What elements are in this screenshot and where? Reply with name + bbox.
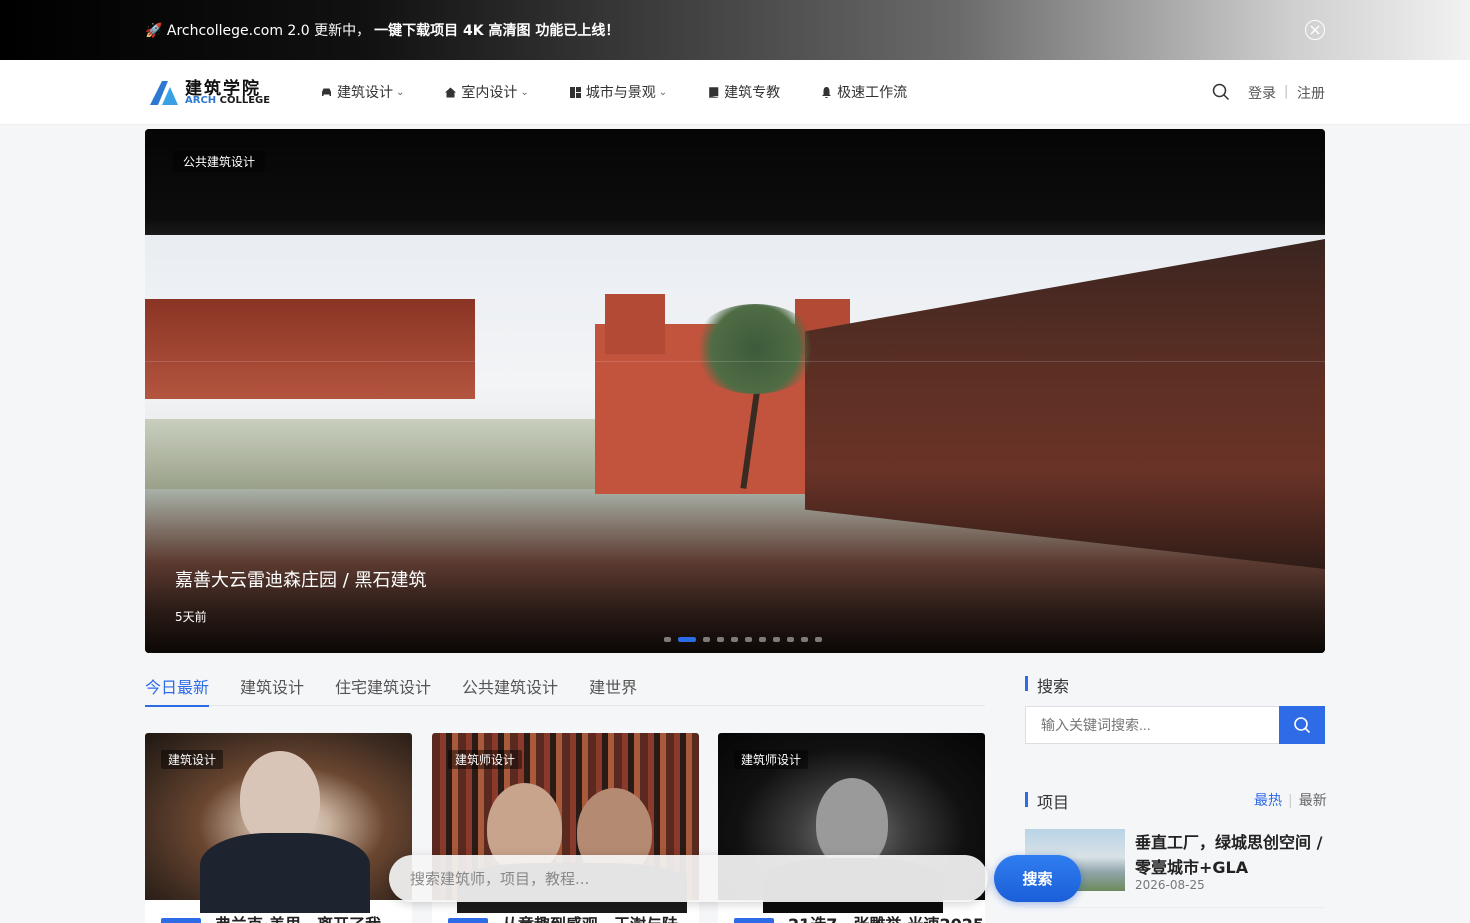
slider-dot[interactable] <box>717 637 724 642</box>
nav-item-fast-workflow[interactable]: 极速工作流 <box>820 82 907 102</box>
article-title[interactable]: 从童趣到感观，王澍与陆 <box>448 911 678 923</box>
tab-architecture[interactable]: 建筑设计 <box>240 668 304 706</box>
nav-item-architecture-teaching[interactable]: 建筑专教 <box>707 82 780 102</box>
nav-label: 建筑设计 <box>337 85 393 101</box>
chevron-down-icon: ⌄ <box>520 86 529 98</box>
chevron-down-icon: ⌄ <box>658 86 668 98</box>
slider-dot[interactable] <box>703 637 710 642</box>
slider-dot[interactable] <box>678 637 696 642</box>
slider-dot[interactable] <box>759 637 766 642</box>
divider <box>1025 907 1325 908</box>
article-title[interactable]: 弗兰克·盖里，离开了我 <box>161 911 381 923</box>
project-title[interactable]: 垂直工厂，绿城思创空间 / 零壹城市+GLA <box>1135 830 1325 880</box>
sidebar-project-heading: 项目 <box>1025 789 1069 813</box>
login-link[interactable]: 登录 <box>1248 83 1276 103</box>
article-badge <box>448 917 488 923</box>
site-logo[interactable]: 建筑学院 ARCH COLLEGE <box>148 74 270 110</box>
hero-slider[interactable]: 公共建筑设计 嘉善大云雷迪森庄园 / 黑石建筑 5天前 <box>145 129 1325 653</box>
hero-time: 5天前 <box>175 610 207 624</box>
nav-item-interior[interactable]: 室内设计 ⌄ <box>444 82 529 102</box>
slider-dot[interactable] <box>731 637 738 642</box>
search-icon[interactable] <box>1212 83 1230 105</box>
article-category-tag[interactable]: 建筑设计 <box>161 750 224 769</box>
book-icon <box>707 86 720 99</box>
logo-text-en: ARCH COLLEGE <box>185 95 271 106</box>
announcement-text: 🚀 Archcollege.com 2.0 更新中， 一键下载项目 4K 高清图 … <box>145 20 619 40</box>
project-sort-tabs: 最热 | 最新 <box>1254 793 1327 809</box>
announcement-highlight[interactable]: 一键下载项目 4K 高清图 功能已上线！ <box>374 23 619 39</box>
sidebar-search-input[interactable] <box>1025 706 1280 744</box>
header-separator: | <box>1284 84 1289 99</box>
article-category-tag[interactable]: 建筑师设计 <box>448 750 523 769</box>
slider-dot[interactable] <box>745 637 752 642</box>
article-badge <box>734 917 774 923</box>
bell-icon <box>820 86 833 99</box>
tab-public-building[interactable]: 公共建筑设计 <box>462 668 558 706</box>
article-category-tag[interactable]: 建筑师设计 <box>734 750 809 769</box>
nav-item-urban-landscape[interactable]: 城市与景观 ⌄ <box>569 82 667 102</box>
slider-dot[interactable] <box>664 637 671 642</box>
article-badge <box>161 917 201 923</box>
project-date: 2026-08-25 <box>1135 878 1205 892</box>
nav-label: 城市与景观 <box>585 85 656 101</box>
floating-search-button[interactable]: 搜索 <box>994 855 1081 902</box>
content-tabs: 今日最新 建筑设计 住宅建筑设计 公共建筑设计 建世界 <box>145 668 985 707</box>
hero-title[interactable]: 嘉善大云雷迪森庄园 / 黑石建筑 <box>175 566 427 592</box>
grid-icon <box>569 86 582 99</box>
main-nav: 建筑设计 ⌄ 室内设计 ⌄ 城市与景观 ⌄ 建筑专教 极速工作流 <box>320 60 947 124</box>
slider-pagination <box>664 637 829 642</box>
home-icon <box>444 86 457 99</box>
slider-dot[interactable] <box>801 637 808 642</box>
slider-dot[interactable] <box>773 637 780 642</box>
chevron-down-icon: ⌄ <box>396 86 405 98</box>
tab-hottest[interactable]: 最热 <box>1254 793 1282 809</box>
sidebar-search-heading: 搜索 <box>1025 673 1069 697</box>
site-header: 建筑学院 ARCH COLLEGE 建筑设计 ⌄ 室内设计 ⌄ 城市与景观 ⌄ … <box>0 60 1470 125</box>
article-title[interactable]: 21选7，张雕举·光速2025 <box>734 911 984 923</box>
announcement-prefix: 🚀 Archcollege.com 2.0 更新中， <box>145 23 371 39</box>
close-icon[interactable] <box>1305 20 1325 40</box>
tab-newest[interactable]: 最新 <box>1299 793 1327 809</box>
slider-dot[interactable] <box>815 637 822 642</box>
slider-dot[interactable] <box>787 637 794 642</box>
car-icon <box>320 86 333 99</box>
floating-search-input[interactable]: 搜索建筑师，项目，教程... <box>389 855 988 902</box>
logo-mark-icon <box>150 81 178 105</box>
sidebar-search-button[interactable] <box>1279 706 1325 744</box>
article-card[interactable]: 建筑设计 弗兰克·盖里，离开了我 <box>145 733 412 923</box>
tab-today-latest[interactable]: 今日最新 <box>145 668 210 707</box>
nav-label: 极速工作流 <box>837 85 908 101</box>
nav-label: 室内设计 <box>461 85 518 101</box>
nav-label: 建筑专教 <box>724 85 781 101</box>
tab-residential[interactable]: 住宅建筑设计 <box>335 668 431 706</box>
announcement-bar: 🚀 Archcollege.com 2.0 更新中， 一键下载项目 4K 高清图 … <box>0 0 1470 60</box>
register-link[interactable]: 注册 <box>1297 83 1325 103</box>
tab-build-world[interactable]: 建世界 <box>589 668 637 706</box>
hero-category-tag[interactable]: 公共建筑设计 <box>173 151 266 172</box>
nav-item-architecture[interactable]: 建筑设计 ⌄ <box>320 82 404 102</box>
search-icon <box>1294 717 1311 734</box>
